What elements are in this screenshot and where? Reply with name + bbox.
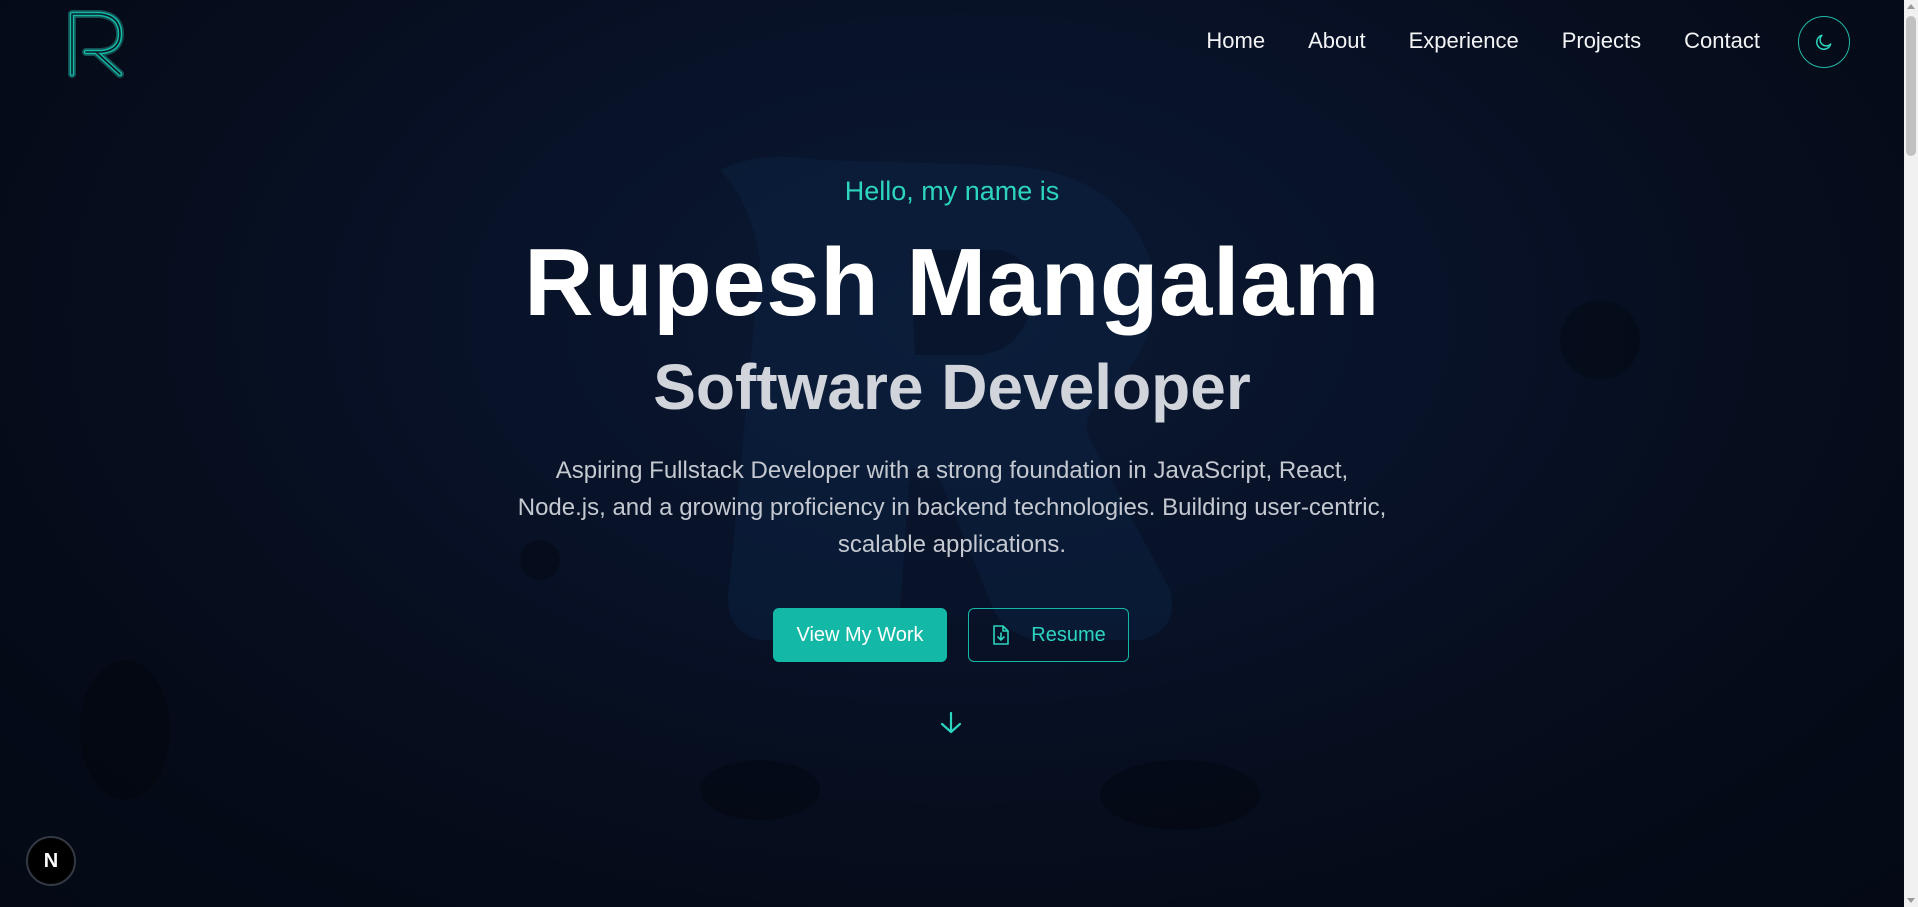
arrow-down-icon[interactable] (938, 710, 964, 736)
scroll-down-icon[interactable] (1907, 898, 1915, 903)
resume-button[interactable]: Resume (968, 608, 1129, 662)
background-splotch (700, 760, 820, 820)
scroll-up-icon[interactable] (1907, 4, 1915, 9)
moon-icon (1816, 34, 1832, 50)
nav-item-home[interactable]: Home (1206, 28, 1265, 54)
nav-item-projects[interactable]: Projects (1562, 28, 1641, 54)
nav-item-contact[interactable]: Contact (1684, 28, 1760, 54)
page-scrollbar[interactable] (1904, 0, 1918, 907)
nav-item-about[interactable]: About (1308, 28, 1366, 54)
logo-icon[interactable] (66, 8, 128, 80)
page: Home About Experience Projects Contact H… (0, 0, 1918, 907)
theme-toggle-button[interactable] (1798, 16, 1850, 68)
view-my-work-label: View My Work (796, 623, 924, 646)
hero-name: Rupesh Mangalam (524, 229, 1380, 336)
file-download-icon (993, 625, 1010, 645)
main-nav: Home About Experience Projects Contact (1206, 28, 1760, 54)
view-my-work-button[interactable]: View My Work (773, 608, 947, 662)
hero-role: Software Developer (653, 351, 1251, 423)
dev-tools-badge-letter: N (43, 849, 59, 872)
resume-label: Resume (1031, 623, 1106, 646)
hero-greeting: Hello, my name is (844, 176, 1060, 206)
hero-description: Aspiring Fullstack Developer with a stro… (517, 457, 1387, 558)
background-splotch (1100, 760, 1260, 830)
background-splotch (80, 660, 170, 800)
site-header: Home About Experience Projects Contact (0, 0, 1900, 90)
dev-tools-badge[interactable]: N (26, 836, 76, 886)
nav-item-experience[interactable]: Experience (1409, 28, 1519, 54)
scrollbar-thumb[interactable] (1906, 16, 1916, 156)
